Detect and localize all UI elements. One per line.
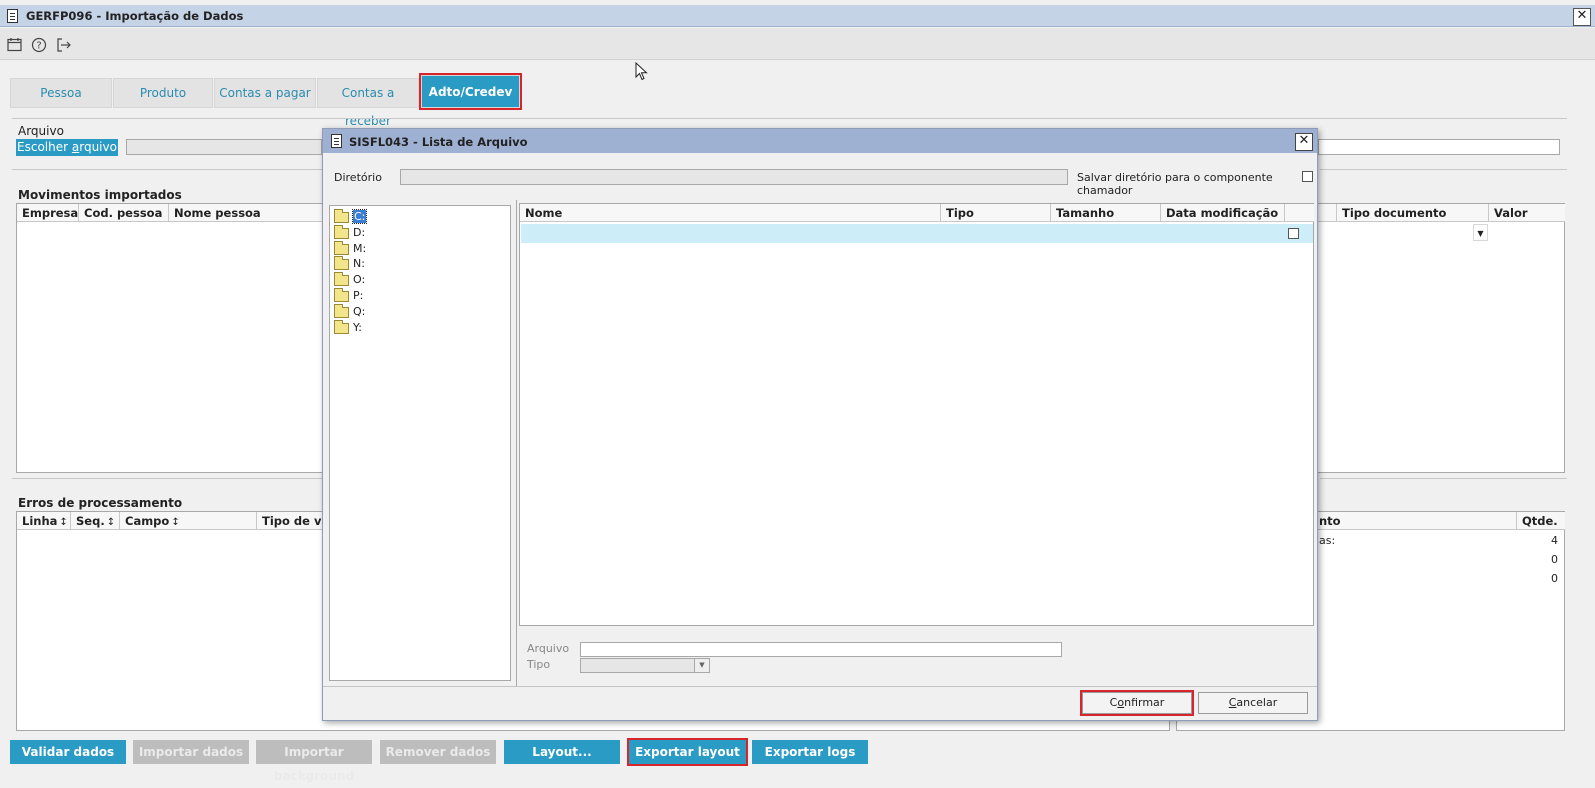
folder-icon bbox=[334, 272, 349, 286]
divider bbox=[323, 686, 1317, 687]
folder-icon bbox=[334, 225, 349, 239]
folder-icon bbox=[334, 320, 349, 334]
import-background-button[interactable]: Importar background bbox=[256, 740, 372, 783]
column-seq[interactable]: Seq. ↕ bbox=[71, 512, 120, 530]
row-checkbox[interactable] bbox=[1288, 228, 1299, 239]
close-window-button[interactable]: ✕ bbox=[1573, 8, 1591, 26]
tree-item-drive[interactable]: P: bbox=[330, 288, 510, 303]
resumo-row-label: as: bbox=[1319, 534, 1336, 547]
column-valor[interactable]: Valor bbox=[1489, 204, 1565, 222]
svg-text:?: ? bbox=[36, 41, 41, 52]
tipo-select[interactable]: ▼ bbox=[580, 658, 710, 673]
remove-data-button[interactable]: Remover dados bbox=[380, 740, 496, 764]
dialog-title-bar: SISFL043 - Lista de Arquivo ✕ bbox=[323, 129, 1317, 153]
arquivo-input[interactable] bbox=[580, 642, 1062, 657]
column-tipo[interactable]: Tipo bbox=[941, 204, 1051, 222]
tree-item-drive[interactable]: D: bbox=[330, 225, 510, 240]
column-blank bbox=[1317, 204, 1337, 222]
export-layout-button[interactable]: Exportar layout bbox=[627, 738, 748, 766]
divider bbox=[12, 478, 322, 479]
tree-item-drive[interactable]: N: bbox=[330, 256, 510, 271]
calendar-icon[interactable] bbox=[6, 37, 22, 53]
movimentos-table-right: Tipo documento Valor ▼ bbox=[1316, 203, 1565, 473]
folder-icon bbox=[334, 256, 349, 270]
resumo-row-qty: 0 bbox=[1551, 553, 1558, 566]
divider bbox=[12, 169, 322, 170]
column-tipo-de-validacao[interactable]: Tipo de vali bbox=[257, 512, 323, 530]
tab-produto[interactable]: Produto bbox=[113, 78, 213, 108]
resumo-row-qty: 0 bbox=[1551, 572, 1558, 585]
choose-file-button[interactable]: Escolher arquivo bbox=[16, 139, 118, 156]
folder-icon bbox=[334, 288, 349, 302]
folder-icon bbox=[334, 304, 349, 318]
tree-item-drive[interactable]: Y: bbox=[330, 320, 510, 335]
erros-label: Erros de processamento bbox=[18, 496, 183, 510]
resumo-row-qty: 4 bbox=[1551, 534, 1558, 547]
folder-icon bbox=[334, 209, 349, 223]
layout-button[interactable]: Layout... bbox=[504, 740, 620, 764]
window-title: GERFP096 - Importação de Dados bbox=[26, 9, 244, 23]
close-dialog-button[interactable]: ✕ bbox=[1295, 133, 1313, 151]
file-list-table: Nome Tipo Tamanho Data modificação bbox=[519, 203, 1314, 626]
dropdown-arrow-icon[interactable]: ▼ bbox=[1473, 224, 1488, 241]
column-qtde[interactable]: Qtde. bbox=[1517, 512, 1565, 530]
document-icon bbox=[331, 134, 342, 148]
column-data-modificacao[interactable]: Data modificação bbox=[1161, 204, 1285, 222]
column-tipo-documento[interactable]: Tipo documento bbox=[1337, 204, 1489, 222]
arquivo-label: Arquivo bbox=[18, 124, 64, 138]
tab-adto-credev[interactable]: Adto/Credev bbox=[419, 73, 522, 110]
import-data-button[interactable]: Importar dados bbox=[133, 740, 249, 764]
directory-field[interactable] bbox=[400, 169, 1068, 185]
drive-tree: C: D: M: N: O: P: Q: Y: bbox=[329, 205, 511, 681]
column-tamanho[interactable]: Tamanho bbox=[1051, 204, 1161, 222]
tab-pessoa[interactable]: Pessoa bbox=[10, 78, 112, 108]
divider bbox=[1320, 169, 1567, 170]
sort-icon[interactable]: ↕ bbox=[171, 517, 179, 528]
validate-data-button[interactable]: Validar dados bbox=[10, 740, 126, 764]
dropdown-arrow-icon[interactable]: ▼ bbox=[694, 659, 709, 672]
folder-icon bbox=[334, 241, 349, 255]
column-select bbox=[1285, 204, 1314, 222]
help-icon[interactable]: ? bbox=[31, 37, 47, 53]
cancel-button[interactable]: Cancelar bbox=[1198, 692, 1308, 714]
window-title-bar: GERFP096 - Importação de Dados ✕ bbox=[0, 5, 1595, 27]
file-list-dialog: SISFL043 - Lista de Arquivo ✕ Diretório … bbox=[322, 128, 1318, 721]
exit-icon[interactable] bbox=[56, 37, 72, 53]
movimentos-label: Movimentos importados bbox=[18, 188, 182, 202]
export-logs-button[interactable]: Exportar logs bbox=[752, 740, 868, 764]
save-directory-label: Salvar diretório para o componente chama… bbox=[1077, 171, 1273, 197]
tipo-field-label: Tipo bbox=[527, 658, 551, 671]
tree-item-drive[interactable]: Q: bbox=[330, 304, 510, 319]
tab-contas-a-pagar[interactable]: Contas a pagar bbox=[214, 78, 316, 108]
diretorio-label: Diretório bbox=[334, 171, 382, 184]
tree-item-drive[interactable]: M: bbox=[330, 241, 510, 256]
movimentos-table: Empresa Cod. pessoa Nome pessoa bbox=[16, 203, 325, 473]
document-icon bbox=[7, 9, 18, 23]
column-linha[interactable]: Linha ↕ bbox=[17, 512, 71, 530]
sort-icon[interactable]: ↕ bbox=[107, 517, 115, 528]
column-nome-pessoa[interactable]: Nome pessoa bbox=[169, 204, 325, 222]
dialog-title: SISFL043 - Lista de Arquivo bbox=[349, 135, 528, 149]
tree-item-drive[interactable]: O: bbox=[330, 272, 510, 287]
file-path-field[interactable] bbox=[126, 139, 322, 155]
divider bbox=[12, 118, 1567, 119]
toolbar: ? bbox=[0, 28, 1595, 60]
column-cod-pessoa[interactable]: Cod. pessoa bbox=[79, 204, 169, 222]
column-campo[interactable]: Campo ↕ bbox=[120, 512, 257, 530]
confirm-button[interactable]: Confirmar bbox=[1080, 690, 1194, 716]
save-directory-checkbox[interactable] bbox=[1302, 171, 1313, 182]
sort-icon[interactable]: ↕ bbox=[59, 517, 67, 528]
file-list-row[interactable] bbox=[521, 224, 1313, 243]
tree-item-drive[interactable]: C: bbox=[330, 209, 510, 224]
column-nome[interactable]: Nome bbox=[520, 204, 941, 222]
arquivo-field-label: Arquivo bbox=[527, 642, 570, 655]
file-path-field-right[interactable] bbox=[1318, 139, 1560, 155]
column-empresa[interactable]: Empresa bbox=[17, 204, 79, 222]
tab-contas-a-receber[interactable]: Contas a receber bbox=[317, 78, 419, 128]
divider bbox=[1320, 478, 1567, 479]
mouse-cursor-icon bbox=[635, 62, 648, 81]
